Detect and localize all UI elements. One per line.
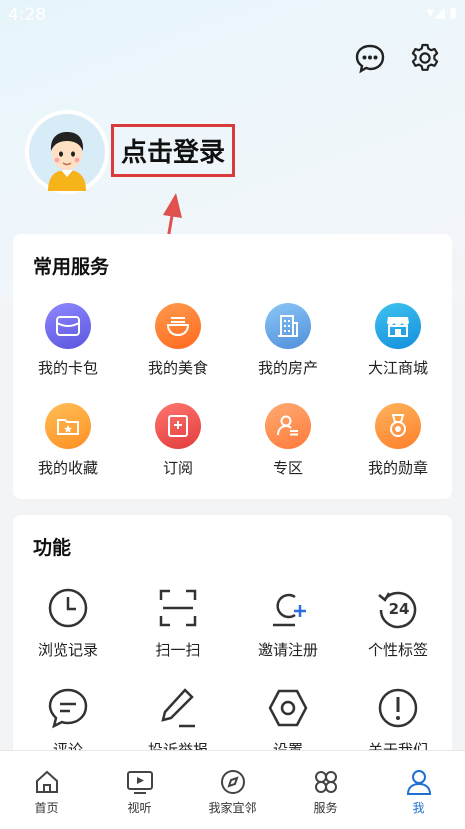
function-settings[interactable]: 设置 (233, 685, 343, 760)
function-label: 扫一扫 (155, 641, 201, 659)
service-property[interactable]: 我的房产 (233, 303, 343, 378)
comment-icon (45, 685, 91, 731)
bottom-nav: 首页 视听 我家宜邻 服务 我 (0, 750, 465, 829)
subscribe-icon (155, 403, 201, 449)
nav-services[interactable]: 服务 (279, 751, 372, 829)
service-favorites[interactable]: 我的收藏 (13, 403, 123, 478)
nav-label: 服务 (313, 801, 338, 815)
function-invite[interactable]: 邀请注册 (233, 585, 343, 660)
scan-icon (155, 585, 201, 631)
grid-services-icon (279, 767, 372, 797)
service-label: 我的美食 (147, 359, 208, 377)
services-title: 常用服务 (33, 256, 110, 278)
function-comment[interactable]: 评论 (13, 685, 123, 760)
noodle-bowl-icon (155, 303, 201, 349)
function-tags[interactable]: 24 个性标签 (343, 585, 453, 660)
nav-label: 我 (412, 801, 425, 815)
service-medals[interactable]: 我的勋章 (343, 403, 453, 478)
function-label: 个性标签 (367, 641, 428, 659)
service-label: 专区 (272, 459, 303, 477)
functions-title: 功能 (33, 537, 72, 559)
nav-neighbors[interactable]: 我家宜邻 (186, 751, 279, 829)
service-zone[interactable]: 专区 (233, 403, 343, 478)
functions-card: 功能 浏览记录 扫一扫 邀请注册 24 个性标签 评论 投诉举 (13, 515, 452, 775)
service-wallet[interactable]: 我的卡包 (13, 303, 123, 378)
store-icon (375, 303, 421, 349)
compass-icon (186, 767, 279, 797)
invite-user-icon (265, 585, 311, 631)
service-mall[interactable]: 大江商城 (343, 303, 453, 378)
services-card: 常用服务 我的卡包 我的美食 我的房产 大江商城 我的收藏 订阅 专区 我的勋章 (13, 234, 452, 499)
function-label: 浏览记录 (37, 641, 98, 659)
function-history[interactable]: 浏览记录 (13, 585, 123, 660)
tv-play-icon (93, 767, 186, 797)
hexagon-settings-icon (265, 685, 311, 731)
building-icon (265, 303, 311, 349)
service-label: 我的勋章 (367, 459, 428, 477)
service-label: 订阅 (162, 459, 193, 477)
function-label: 邀请注册 (257, 641, 318, 659)
info-exclamation-icon (375, 685, 421, 731)
service-label: 大江商城 (367, 359, 428, 377)
home-icon (0, 767, 93, 797)
nav-label: 我家宜邻 (208, 801, 257, 815)
service-label: 我的收藏 (37, 459, 98, 477)
service-food[interactable]: 我的美食 (123, 303, 233, 378)
tag-badge-text: 24 (389, 600, 410, 618)
clock-icon (45, 585, 91, 631)
wallet-icon (45, 303, 91, 349)
user-icon (372, 767, 465, 797)
function-about[interactable]: 关于我们 (343, 685, 453, 760)
nav-label: 首页 (34, 801, 59, 815)
nav-home[interactable]: 首页 (0, 751, 93, 829)
nav-video[interactable]: 视听 (93, 751, 186, 829)
pencil-icon (155, 685, 201, 731)
function-report[interactable]: 投诉举报 (123, 685, 233, 760)
service-subscribe[interactable]: 订阅 (123, 403, 233, 478)
nav-label: 视听 (127, 801, 152, 815)
nav-me[interactable]: 我 (372, 751, 465, 829)
profile-card-icon (265, 403, 311, 449)
folder-star-icon (45, 403, 91, 449)
function-scan[interactable]: 扫一扫 (123, 585, 233, 660)
refresh-24-icon: 24 (375, 585, 421, 631)
medal-icon (375, 403, 421, 449)
service-label: 我的房产 (257, 359, 318, 377)
service-label: 我的卡包 (37, 359, 98, 377)
